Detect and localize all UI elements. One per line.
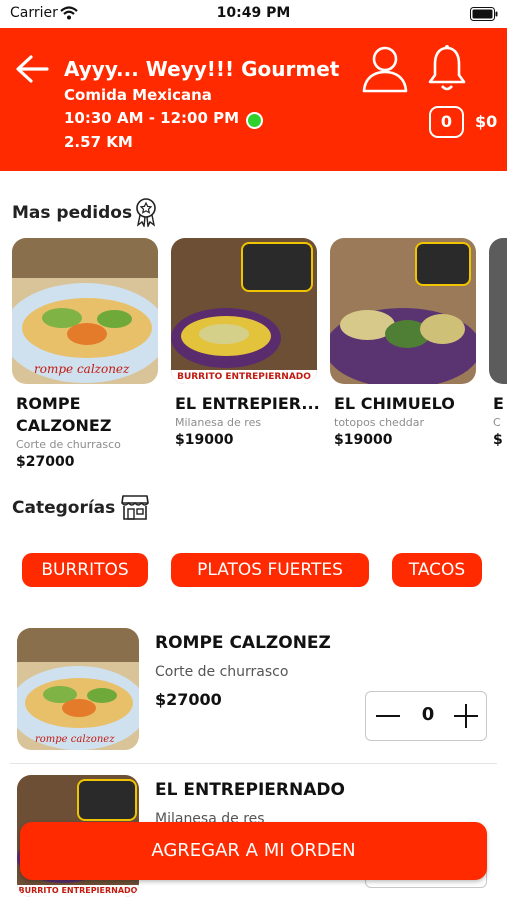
food-image <box>489 238 507 384</box>
restaurant-header: Ayyy... Weyy!!! Gourmet Comida Mexicana … <box>0 28 507 171</box>
popular-item-price: $27000 <box>16 454 75 470</box>
popular-section-title: Mas pedidos <box>12 203 133 223</box>
menu-item-price: $27000 <box>155 690 222 709</box>
popular-item-name: EL ENTREPIER... <box>175 394 320 413</box>
popular-item-subtitle: C <box>493 416 501 429</box>
decrement-button[interactable] <box>376 703 402 729</box>
popular-item-price: $19000 <box>334 432 393 448</box>
restaurant-category: Comida Mexicana <box>64 86 212 104</box>
cart-count-badge[interactable]: 0 <box>429 106 464 138</box>
restaurant-name: Ayyy... Weyy!!! Gourmet <box>64 57 340 81</box>
quantity-value: 0 <box>421 704 435 725</box>
popular-carousel[interactable]: rompe calzonez ROMPE CALZONEZ Corte de c… <box>0 238 507 478</box>
back-arrow-icon[interactable] <box>14 51 50 87</box>
popular-item-card[interactable]: BURRITO ENTREPIERNADO EL ENTREPIER... Mi… <box>171 238 320 448</box>
popular-item-subtitle: Milanesa de res <box>175 416 262 429</box>
category-chip-tacos[interactable]: TACOS <box>392 553 482 587</box>
popular-item-subtitle: Corte de churrasco <box>16 438 121 451</box>
image-caption: BURRITO ENTREPIERNADO <box>17 885 139 897</box>
menu-item-name: EL ENTREPIERNADO <box>155 780 345 800</box>
popular-item-card[interactable]: EL CHIMUELO totopos cheddar $19000 <box>330 238 476 448</box>
categories-section-title: Categorías <box>12 498 116 518</box>
popular-item-card[interactable]: rompe calzonez ROMPE CALZONEZ Corte de c… <box>12 238 158 470</box>
image-caption: rompe calzonez <box>35 734 115 745</box>
menu-item-name: ROMPE CALZONEZ <box>155 633 331 653</box>
status-time: 10:49 PM <box>216 5 291 21</box>
popular-item-price: $ <box>493 432 503 448</box>
food-image <box>330 238 476 384</box>
quantity-stepper: 0 <box>365 691 487 741</box>
image-caption: rompe calzonez <box>34 362 130 376</box>
category-chip-burritos[interactable]: BURRITOS <box>22 553 148 587</box>
popular-item-name: ROMPE CALZONEZ <box>16 394 112 435</box>
menu-item[interactable]: rompe calzonez ROMPE CALZONEZ Corte de c… <box>0 628 507 768</box>
popular-item-price: $19000 <box>175 432 234 448</box>
popular-item-card[interactable]: E C $ <box>489 238 507 448</box>
cart-total[interactable]: $0 <box>475 112 497 131</box>
status-bar: Carrier 10:49 PM <box>0 0 507 28</box>
opening-hours: 10:30 AM - 12:00 PM <box>64 109 240 127</box>
popular-item-name: EL CHIMUELO <box>334 394 455 413</box>
battery-icon <box>470 7 498 21</box>
image-caption: BURRITO ENTREPIERNADO <box>171 370 317 384</box>
add-to-order-button[interactable]: AGREGAR A MI ORDEN <box>20 822 487 880</box>
increment-button[interactable] <box>454 703 480 729</box>
store-icon <box>121 495 149 520</box>
popular-item-subtitle: totopos cheddar <box>334 416 425 429</box>
menu-item-subtitle: Corte de churrasco <box>155 664 289 680</box>
food-image: BURRITO ENTREPIERNADO <box>171 238 317 384</box>
user-profile-icon[interactable] <box>361 44 409 94</box>
category-chip-platos-fuertes[interactable]: PLATOS FUERTES <box>171 553 369 587</box>
open-status-indicator <box>246 112 263 129</box>
notifications-bell-icon[interactable] <box>428 44 466 92</box>
food-image: rompe calzonez <box>17 628 139 750</box>
popular-item-name: E <box>493 394 504 413</box>
award-ribbon-icon <box>136 198 156 227</box>
food-image: rompe calzonez <box>12 238 158 384</box>
restaurant-distance: 2.57 KM <box>64 133 133 151</box>
list-divider <box>10 763 497 764</box>
